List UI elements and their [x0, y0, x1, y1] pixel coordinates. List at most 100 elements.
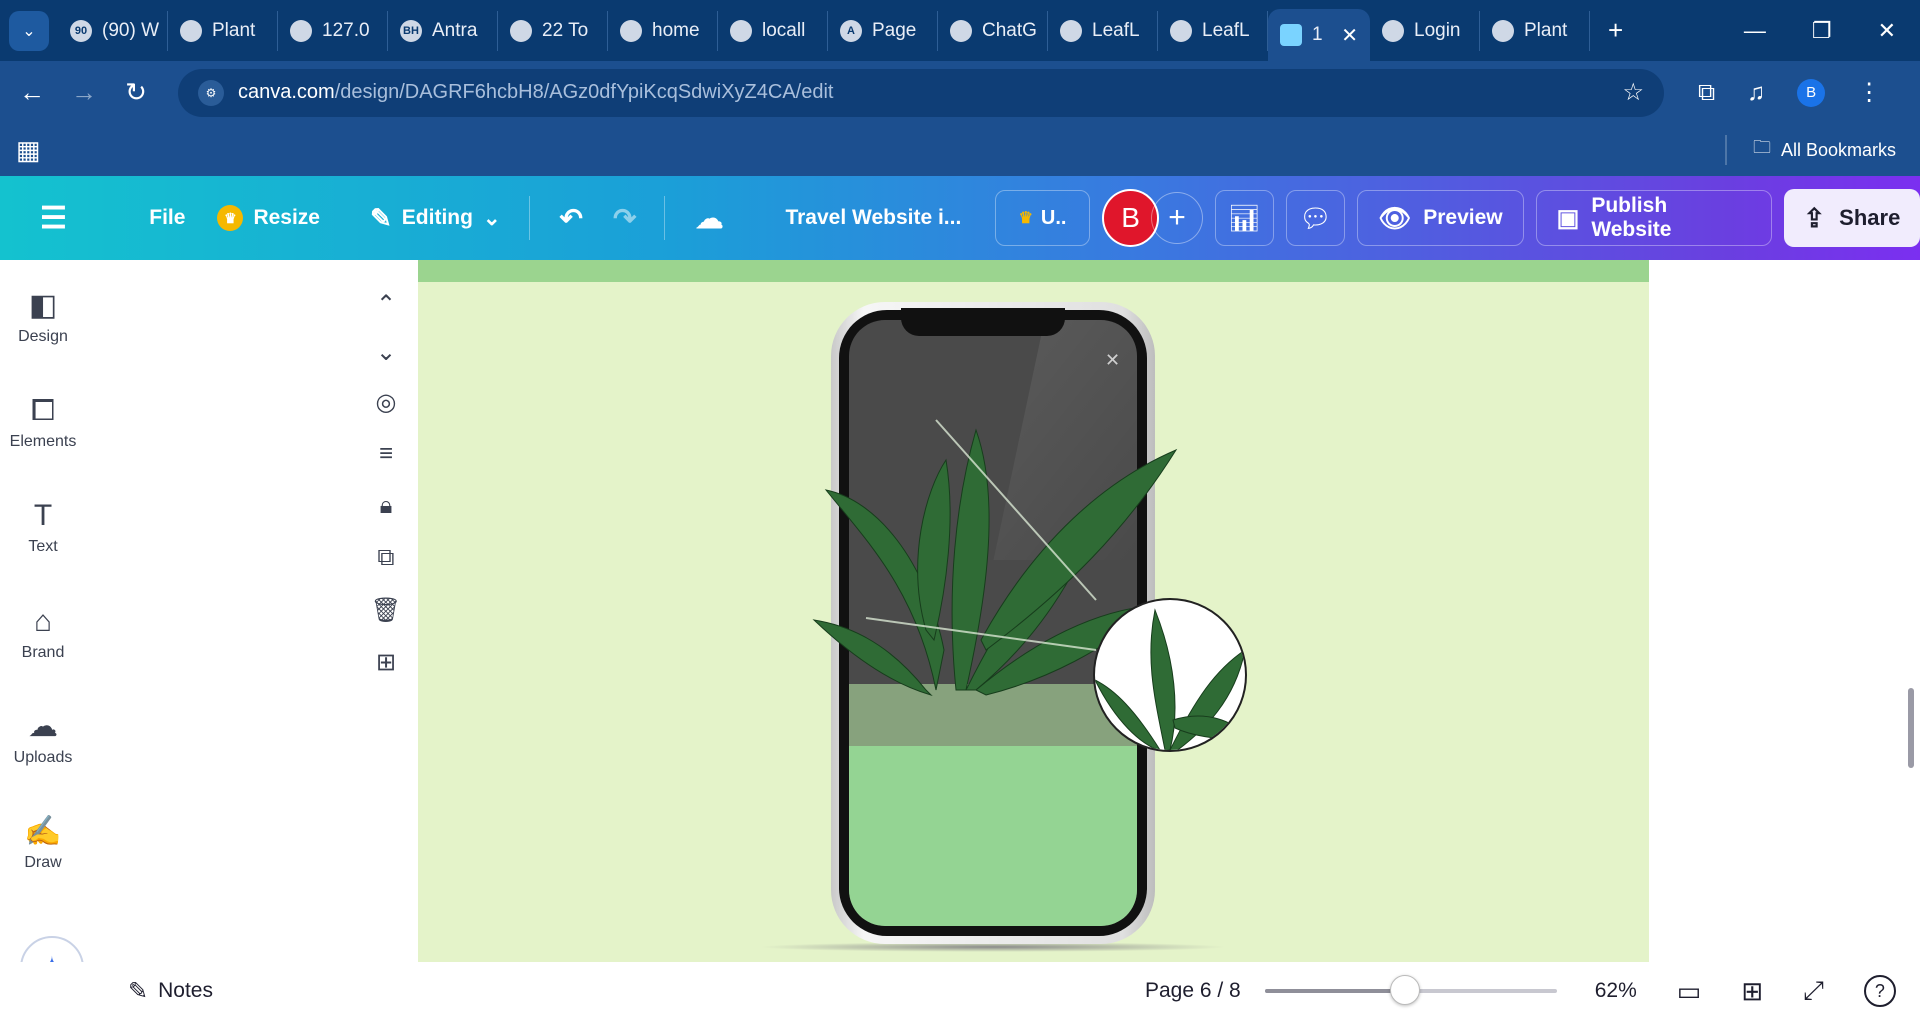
vertical-scrollbar[interactable]	[1908, 688, 1914, 768]
share-button[interactable]: ⇪ Share	[1783, 189, 1920, 247]
browser-tab[interactable]: home	[608, 10, 718, 51]
cloud-saved-icon[interactable]: ☁	[695, 202, 723, 235]
sidebar-item-elements[interactable]: ⧠ Elements	[0, 389, 86, 451]
a-icon: A	[840, 19, 862, 42]
reload-button[interactable]: ↻	[110, 77, 162, 108]
figma-icon	[1060, 19, 1082, 42]
browser-tab[interactable]: Login	[1370, 10, 1480, 51]
browser-tab[interactable]: BH Antra	[388, 10, 498, 51]
zoom-slider-knob[interactable]	[1389, 975, 1420, 1005]
extensions-icon[interactable]: ⧉	[1698, 79, 1715, 107]
browser-tab[interactable]: locall	[718, 10, 828, 51]
browser-menu-icon[interactable]: ⋮	[1857, 78, 1881, 107]
tab-label: home	[652, 19, 700, 41]
zoom-slider[interactable]	[1264, 975, 1557, 1005]
canva-icon	[1280, 24, 1302, 46]
design-page[interactable]: ✕	[418, 260, 1649, 962]
sidebar-item-uploads[interactable]: ☁ Uploads	[0, 705, 86, 767]
hide-page-icon[interactable]: ◎	[356, 388, 416, 417]
resize-button[interactable]: ♛ Resize	[217, 205, 320, 231]
editing-mode-dropdown[interactable]: ✎ Editing ⌄	[370, 203, 501, 234]
hamburger-menu-icon[interactable]: ☰	[40, 201, 99, 236]
sidebar-item-label: Draw	[24, 854, 62, 871]
globe-icon	[1382, 19, 1404, 42]
tab-label: Antra	[432, 19, 478, 41]
delete-page-icon[interactable]: 🗑︎	[356, 596, 416, 625]
globe-icon	[620, 19, 642, 42]
fullscreen-icon[interactable]: ⤢	[1803, 975, 1824, 1007]
tab-label: locall	[762, 19, 806, 41]
duplicate-page-icon[interactable]: ⧉	[356, 544, 416, 572]
elements-icon: ⧠	[31, 394, 55, 427]
insights-chart-icon[interactable]: 📊︎	[1214, 190, 1274, 246]
tab-label: Page	[872, 19, 917, 41]
browser-tab[interactable]: LeafL	[1158, 10, 1268, 51]
divider	[528, 196, 530, 240]
media-control-icon[interactable]: ♫	[1747, 79, 1765, 107]
sidebar-item-label: Uploads	[13, 749, 73, 766]
browser-tab[interactable]: 127.0	[278, 10, 388, 51]
restore-button[interactable]: ❐	[1812, 18, 1832, 44]
tab-search-button[interactable]: ⌄	[9, 10, 49, 51]
redo-icon[interactable]: ↷	[613, 202, 636, 235]
sidebar-item-text[interactable]: T Text	[0, 494, 86, 556]
add-page-icon[interactable]: ⊞	[356, 648, 416, 677]
site-info-icon[interactable]: ⚙	[198, 79, 224, 106]
sidebar-item-label: Brand	[21, 644, 65, 661]
tab-label: Plant	[212, 19, 256, 41]
document-title[interactable]: Travel Website i...	[785, 206, 973, 230]
home-icon	[510, 19, 532, 42]
grid-view-icon[interactable]: ⊞	[1741, 976, 1763, 1007]
notes-button[interactable]: ✎ Notes	[128, 977, 213, 1006]
github-icon	[180, 19, 202, 42]
plant-zoom-circle[interactable]	[1093, 598, 1247, 752]
browser-tab[interactable]: Plant	[1480, 10, 1590, 51]
browser-tab[interactable]: 22 To	[498, 10, 608, 51]
all-bookmarks-button[interactable]: 🗀 All Bookmarks	[1724, 135, 1896, 165]
page-indicator[interactable]: Page 6 / 8	[1145, 979, 1241, 1003]
openai-icon	[950, 19, 972, 42]
figma-icon	[1170, 19, 1192, 42]
publish-website-button[interactable]: ▣ Publish Website	[1535, 190, 1772, 246]
url-field[interactable]: ⚙ canva.com/design/DAGRF6hcbH8/AGz0dfYpi…	[178, 68, 1664, 117]
help-icon[interactable]: ?	[1863, 975, 1896, 1007]
browser-tab[interactable]: LeafL	[1048, 10, 1158, 51]
comment-icon[interactable]: 💬︎	[1285, 190, 1346, 246]
add-notes-icon[interactable]: ≡	[356, 440, 416, 468]
bookmark-star-icon[interactable]: ☆	[1622, 78, 1644, 107]
forward-button[interactable]: →	[58, 77, 110, 108]
logo-icon	[730, 19, 752, 42]
new-tab-button[interactable]: +	[1608, 15, 1623, 46]
close-tab-icon[interactable]: ✕	[1341, 23, 1358, 48]
profile-avatar[interactable]: B	[1797, 78, 1826, 107]
globe-icon	[1492, 19, 1514, 42]
lock-icon[interactable]: 🔒︎	[356, 492, 416, 520]
back-button[interactable]: ←	[6, 77, 58, 108]
move-page-up-icon[interactable]: ⌃	[356, 290, 416, 319]
sidebar-item-draw[interactable]: ✍ Draw	[0, 810, 86, 872]
undo-icon[interactable]: ↶	[560, 202, 583, 235]
page-view-icon[interactable]: ▭	[1677, 976, 1702, 1007]
minimize-button[interactable]: —	[1744, 18, 1766, 44]
crown-icon: ♛	[217, 205, 244, 231]
apps-grid-icon[interactable]: ▦	[16, 135, 41, 166]
publish-label: Publish Website	[1591, 194, 1672, 241]
add-collaborator-button[interactable]: +	[1151, 192, 1203, 244]
move-page-down-icon[interactable]: ⌄	[356, 338, 416, 367]
preview-button[interactable]: 👁︎ Preview	[1357, 190, 1524, 246]
browser-tab[interactable]: 90 (90) W	[58, 10, 168, 51]
canva-toolbar: ☰ File ♛ Resize ✎ Editing ⌄ ↶ ↷ ☁ Travel We…	[0, 176, 1920, 260]
browser-tab[interactable]: 1 ✕	[1268, 9, 1370, 61]
zoom-slider-fill	[1264, 989, 1405, 993]
browser-tab[interactable]: Plant	[168, 10, 278, 51]
sidebar-item-brand[interactable]: ⌂ Brand	[0, 600, 86, 662]
browser-tab[interactable]: A Page	[828, 10, 938, 51]
share-label: Share	[1839, 205, 1901, 230]
close-icon[interactable]: ✕	[1105, 350, 1120, 371]
upgrade-button[interactable]: ♛ U..	[995, 190, 1090, 246]
zoom-percent[interactable]: 62%	[1595, 979, 1637, 1003]
close-window-button[interactable]: ✕	[1878, 18, 1896, 44]
file-menu[interactable]: File	[149, 206, 185, 230]
sidebar-item-design[interactable]: ◧ Design	[0, 284, 86, 346]
browser-tab[interactable]: ChatG	[938, 10, 1048, 51]
